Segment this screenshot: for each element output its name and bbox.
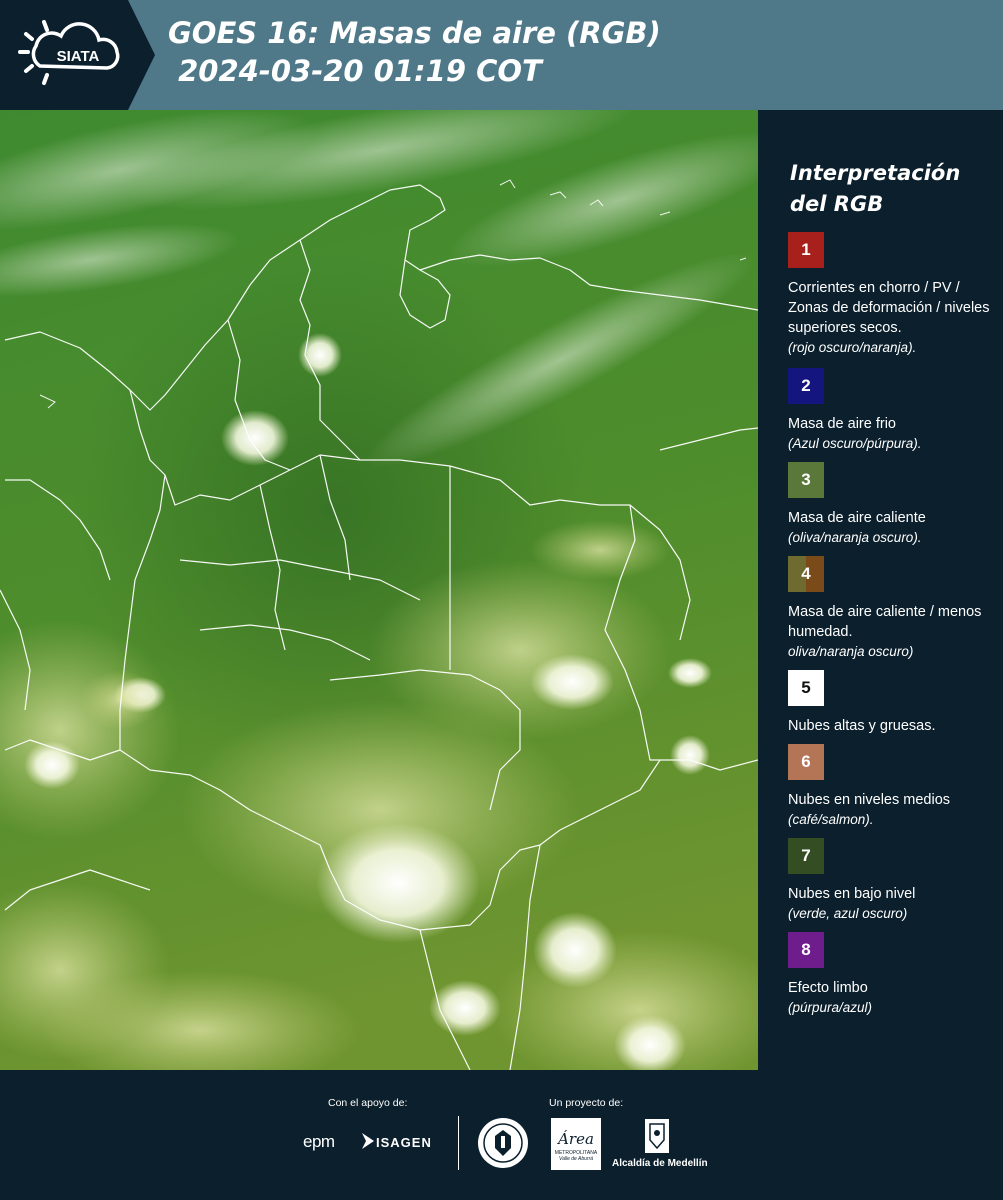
legend-title: Interpretación del RGB [790, 161, 961, 216]
legend-description: Nubes en bajo nivel [788, 886, 916, 902]
area-logo-sub2: Valle de Aburrá [558, 1156, 594, 1162]
epm-logo: epm [303, 1132, 335, 1151]
satellite-image [0, 110, 758, 1070]
legend-swatch: 3 [788, 462, 824, 498]
legend-swatch: 6 [788, 744, 824, 780]
legend-description: Nubes altas y gruesas. [788, 718, 936, 734]
legend-description: Masa de aire caliente / menos humedad. [788, 604, 982, 640]
header-bar: SIATA GOES 16: Masas de aire (RGB) 2024-… [0, 0, 1003, 110]
siata-logo-text: SIATA [57, 48, 100, 65]
isagen-icon [360, 1133, 374, 1149]
legend-description: Masa de aire frio [788, 416, 896, 432]
legend-note: oliva/naranja oscuro) [788, 644, 914, 659]
footer: Con el apoyo de: Un proyecto de: epm ISA… [0, 1070, 1003, 1200]
legend-item-3: 3 Masa de aire caliente (oliva/naranja o… [788, 462, 993, 547]
isagen-logo: ISAGEN [376, 1135, 432, 1150]
legend-item-5: 5 Nubes altas y gruesas. [788, 670, 993, 736]
legend-item-6: 6 Nubes en niveles medios (café/salmon). [788, 744, 993, 829]
legend-note: (oliva/naranja oscuro). [788, 530, 922, 545]
legend-item-7: 7 Nubes en bajo nivel (verde, azul oscur… [788, 838, 993, 923]
legend-description: Efecto limbo [788, 980, 868, 996]
legend-swatch: 5 [788, 670, 824, 706]
project-label: Un proyecto de: [549, 1097, 624, 1109]
footer-divider [458, 1116, 459, 1170]
alcaldia-crest-icon [644, 1118, 670, 1154]
legend-swatch: 4 [788, 556, 824, 592]
legend-item-1: 1 Corrientes en chorro / PV / Zonas de d… [788, 232, 993, 357]
legend-note: (Azul oscuro/púrpura). [788, 436, 922, 451]
legend-swatch: 7 [788, 838, 824, 874]
legend-swatch: 1 [788, 232, 824, 268]
page-title: GOES 16: Masas de aire (RGB) 2024-03-20 … [168, 16, 661, 88]
alcaldia-label: Alcaldía de Medellín [612, 1158, 708, 1169]
legend-description: Corrientes en chorro / PV / Zonas de def… [788, 280, 990, 336]
area-logo-title: Área [558, 1130, 594, 1148]
medellin-seal-logo [476, 1116, 530, 1170]
legend-item-8: 8 Efecto limbo (púrpura/azul) [788, 932, 993, 1017]
legend-item-2: 2 Masa de aire frio (Azul oscuro/púrpura… [788, 368, 993, 453]
siata-logo: SIATA [0, 0, 155, 110]
legend-description: Nubes en niveles medios [788, 792, 951, 808]
legend-note: (café/salmon). [788, 812, 874, 827]
legend-note: (púrpura/azul) [788, 1000, 873, 1015]
area-metropolitana-logo: Área METROPOLITANA Valle de Aburrá [551, 1118, 601, 1170]
legend-note: (verde, azul oscuro) [788, 906, 908, 921]
legend-panel: Interpretación del RGB 1 Corrientes en c… [760, 110, 1003, 1070]
legend-swatch: 8 [788, 932, 824, 968]
support-label: Con el apoyo de: [328, 1097, 408, 1109]
legend-note: (rojo oscuro/naranja). [788, 340, 917, 355]
legend-item-4: 4 Masa de aire caliente / menos humedad.… [788, 556, 993, 661]
legend-description: Masa de aire caliente [788, 510, 926, 526]
legend-swatch: 2 [788, 368, 824, 404]
